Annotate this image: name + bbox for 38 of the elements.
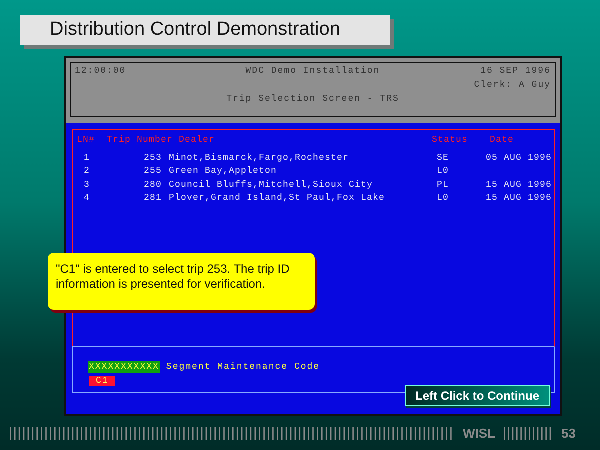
table-cell-text: 255: [142, 166, 162, 176]
table-cell-text: PL: [436, 180, 450, 190]
screen-title: Trip Selection Screen - TRS: [226, 94, 400, 106]
table-cell-text: Plover,Grand Island,St Paul,Fox Lake: [168, 193, 386, 204]
continue-button[interactable]: Left Click to Continue: [405, 385, 550, 406]
page-number: 53: [562, 426, 576, 441]
table-cell-text: 1: [83, 152, 92, 163]
time-text: 12:00:00: [75, 66, 126, 78]
date-text: 16 SEP 1996: [480, 66, 551, 78]
table-cell-text: SE: [436, 152, 450, 163]
column-header: Status: [432, 135, 470, 145]
installation-text: WDC Demo Installation: [246, 66, 380, 78]
slide-title: Distribution Control Demonstration: [20, 15, 390, 45]
code-mask: XXXXXXXXXXX: [88, 361, 160, 373]
column-header: Trip Number: [107, 135, 174, 145]
code-input[interactable]: C1: [89, 376, 115, 386]
table-cell-text: 280: [142, 180, 162, 190]
table-cell-text: 3: [83, 180, 92, 190]
organization-text: WISL: [463, 426, 496, 441]
column-header: Dealer: [178, 135, 216, 145]
table-cell-text: 4: [83, 193, 92, 204]
table-cell-text: 281: [142, 193, 162, 204]
table-cell-text: L0: [436, 166, 450, 176]
table-cell-text: Green Bay,Appleton: [168, 166, 278, 176]
table-cell-text: 05 AUG 1996: [484, 152, 552, 163]
table-cell-text: L0: [436, 193, 450, 204]
table-cell-text: 253: [142, 152, 162, 163]
callout: "C1" is entered to select trip 253. The trip ID information is presented for verification.: [48, 253, 315, 310]
column-header: Date: [489, 135, 516, 145]
table-cell-text: Council Bluffs,Mitchell,Sioux City: [168, 180, 374, 190]
column-header: LN#: [77, 135, 96, 145]
table-cell-text: 15 AUG 1996: [484, 193, 552, 204]
clerk-text: Clerk: A Guy: [474, 80, 551, 92]
barcode-drawing: [504, 427, 554, 440]
field-label: Segment Maintenance Code: [166, 362, 320, 372]
table-cell-text: 2: [83, 166, 92, 176]
table-cell-text: 15 AUG 1996: [484, 180, 552, 190]
table-cell-text: Minot,Bismarck,Fargo,Rochester: [168, 152, 350, 163]
